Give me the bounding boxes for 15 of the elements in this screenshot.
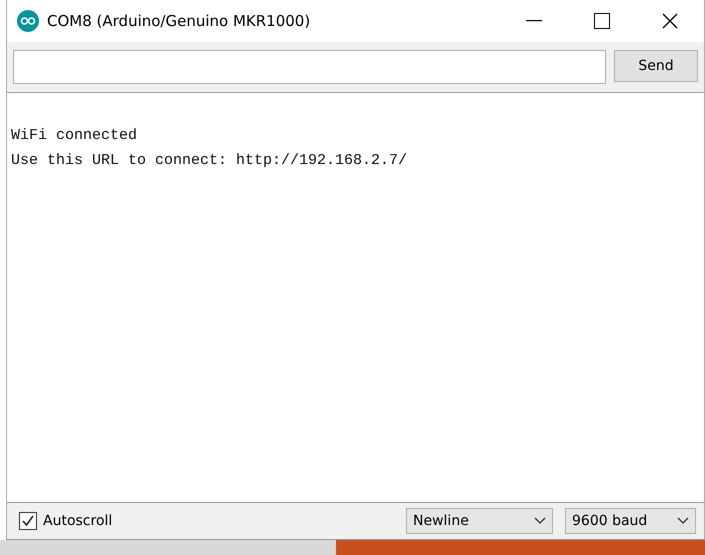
caret-icon (677, 517, 689, 525)
send-button[interactable]: Send (614, 50, 698, 82)
autoscroll-checkbox[interactable] (19, 512, 37, 530)
minimize-icon (526, 20, 542, 22)
line-ending-dropdown[interactable]: Newline (406, 508, 553, 534)
baud-rate-dropdown[interactable]: 9600 baud (565, 508, 696, 534)
close-icon (662, 13, 678, 29)
autoscroll-label: Autoscroll (43, 513, 112, 529)
logo-icon (17, 10, 39, 32)
caret-icon (534, 517, 546, 525)
maximize-icon (594, 13, 610, 29)
window-title: COM8 (Arduino/Genuino MKR1000) (47, 12, 312, 30)
output-line: Use this URL to connect: http://192.168.2.7/ (11, 151, 408, 171)
input-field[interactable] (13, 50, 606, 84)
output-line: WiFi connected (11, 126, 138, 146)
